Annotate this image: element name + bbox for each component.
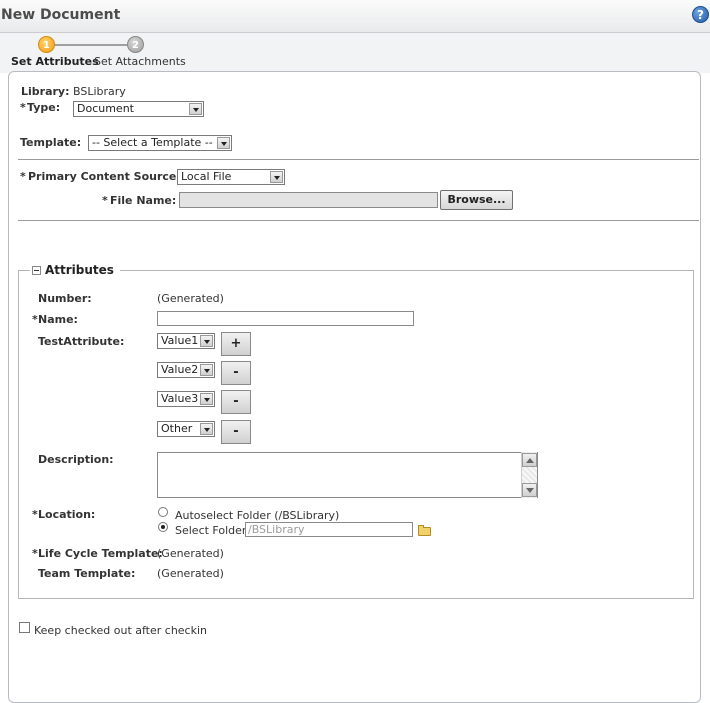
primary-source-value: Local File [181,170,232,183]
test-attribute-select-3[interactable]: Value3 [157,391,215,407]
type-select-value: Document [77,102,134,115]
lifecycle-value: (Generated) [157,547,224,560]
type-select[interactable]: Document [73,101,204,117]
team-value: (Generated) [157,567,224,580]
name-input[interactable] [157,311,414,326]
required-marker: * [20,170,26,183]
select-folder-radio[interactable] [158,522,168,532]
chevron-down-icon [200,393,213,405]
autoselect-folder-radio[interactable] [158,507,168,517]
primary-source-label: Primary Content Source: [28,170,181,183]
required-marker: * [32,508,38,521]
step-1-indicator[interactable]: 1 [38,36,55,53]
test-attribute-value-2: Value2 [161,363,199,376]
test-attribute-select-2[interactable]: Value2 [157,362,215,378]
step-connector [47,44,137,46]
file-name-input[interactable] [179,192,438,208]
step-2-indicator[interactable]: 2 [127,36,144,53]
test-attribute-value-1: Value1 [161,334,199,347]
test-attribute-value-3: Value3 [161,392,199,405]
number-label: Number: [38,292,92,305]
required-marker: * [20,101,26,114]
chevron-down-icon [200,335,213,347]
location-label: Location: [38,508,96,521]
test-attribute-label: TestAttribute: [38,335,125,348]
remove-value-button[interactable]: - [221,361,251,385]
step-set-attachments[interactable]: Set Attachments [94,55,186,68]
test-attribute-select-1[interactable]: Value1 [157,333,215,349]
autoselect-folder-label[interactable]: Autoselect Folder (/BSLibrary) [175,509,339,522]
number-value: (Generated) [157,292,224,305]
browse-button[interactable]: Browse... [440,190,513,210]
folder-icon[interactable] [418,525,431,536]
keep-checked-out-checkbox[interactable] [19,622,30,633]
chevron-down-icon [189,103,202,115]
window-title: New Document [1,7,121,23]
primary-source-select[interactable]: Local File [177,169,285,185]
add-value-button[interactable]: + [221,332,251,356]
select-folder-label[interactable]: Select Folder [175,524,246,537]
keep-checked-out-label[interactable]: Keep checked out after checkin [34,624,207,637]
divider [18,220,699,221]
type-label: Type: [27,101,61,114]
collapse-icon[interactable] [32,266,41,275]
template-label: Template: [20,136,82,149]
template-select[interactable]: -- Select a Template -- [88,135,232,151]
attributes-legend: Attributes [30,263,120,277]
test-attribute-select-4[interactable]: Other [157,421,215,437]
required-marker: * [32,313,38,326]
file-name-label: File Name: [110,194,177,207]
chevron-down-icon [200,364,213,376]
chevron-down-icon [270,171,283,183]
step-set-attributes[interactable]: Set Attributes [11,55,99,68]
template-select-value: -- Select a Template -- [92,136,213,149]
required-marker: * [102,194,108,207]
chevron-down-icon [217,137,230,149]
lifecycle-label: Life Cycle Template: [38,547,163,560]
remove-value-button[interactable]: - [221,390,251,414]
test-attribute-value-4: Other [161,422,193,435]
required-marker: * [32,547,38,560]
help-icon[interactable]: ? [692,6,709,23]
description-textarea[interactable] [157,452,538,498]
scroll-down-icon[interactable] [522,483,537,497]
library-label: Library: [21,85,70,98]
divider [18,159,699,160]
remove-value-button[interactable]: - [221,420,251,444]
scroll-up-icon[interactable] [522,453,537,467]
attributes-title: Attributes [45,263,114,277]
description-label: Description: [38,453,114,466]
chevron-down-icon [200,423,213,435]
team-label: Team Template: [38,567,136,580]
library-value: BSLibrary [73,85,126,98]
select-folder-input[interactable]: /BSLibrary [245,522,413,537]
name-label: Name: [38,313,78,326]
